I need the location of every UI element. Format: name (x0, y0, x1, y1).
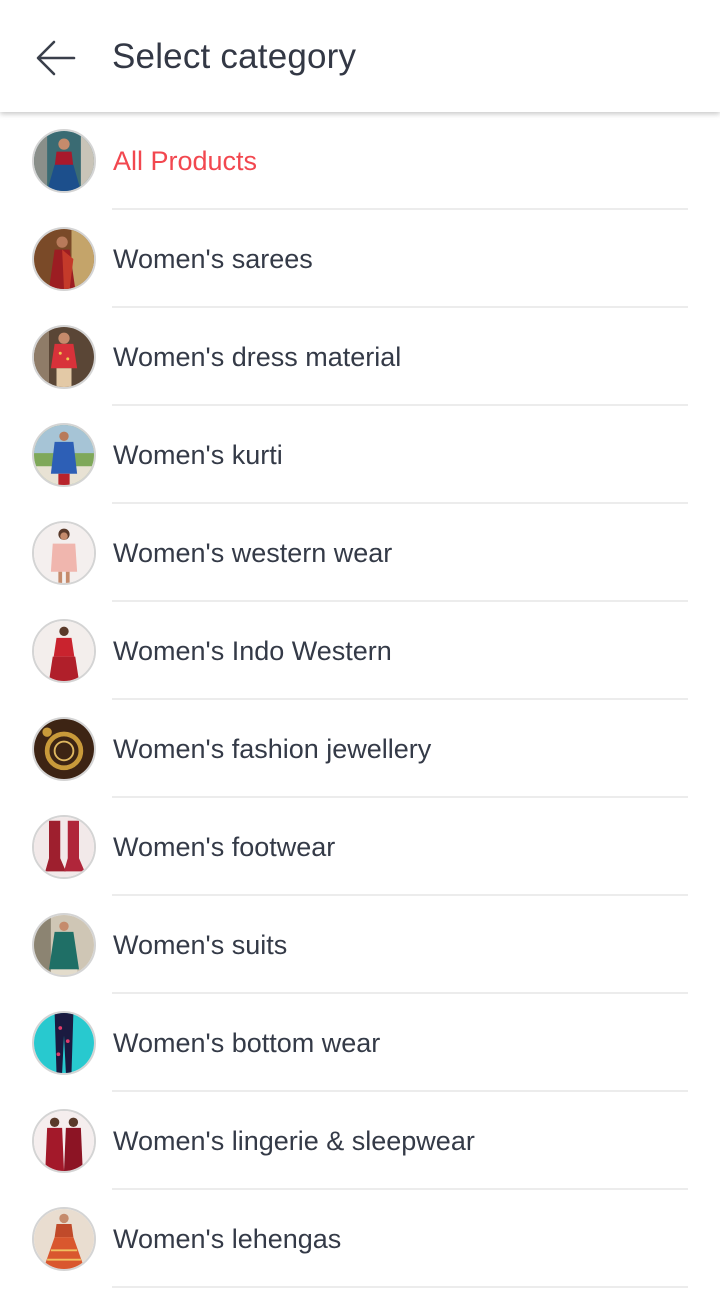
category-label: Women's Indo Western (113, 636, 392, 666)
arrow-left-icon (36, 40, 76, 76)
kurti-thumbnail (32, 423, 96, 487)
category-label: Women's lehengas (113, 1224, 342, 1254)
category-label: Women's footwear (113, 832, 336, 862)
category-row-indo-western[interactable]: Women's Indo Western (0, 602, 720, 700)
jewellery-thumbnail (32, 717, 96, 781)
lehengas-thumbnail (32, 1207, 96, 1271)
category-row-footwear[interactable]: Women's footwear (0, 798, 720, 896)
category-label: All Products (113, 146, 258, 176)
dress-material-thumbnail (32, 325, 96, 389)
category-label: Women's kurti (113, 440, 283, 470)
indo-western-thumbnail (32, 619, 96, 683)
category-label: Women's bottom wear (113, 1028, 381, 1058)
page-title: Select category (112, 37, 357, 76)
category-row-lingerie[interactable]: Women's lingerie & sleepwear (0, 1092, 720, 1190)
app-bar: Select category (0, 0, 720, 112)
category-row-lehengas[interactable]: Women's lehengas (0, 1190, 720, 1288)
category-label: Women's fashion jewellery (113, 734, 432, 764)
category-label: Women's suits (113, 930, 288, 960)
category-label: Women's dress material (113, 342, 402, 372)
category-row-all-products[interactable]: All Products (0, 112, 720, 210)
category-row-bottom-wear[interactable]: Women's bottom wear (0, 994, 720, 1092)
category-row-sarees[interactable]: Women's sarees (0, 210, 720, 308)
category-row-dress-material[interactable]: Women's dress material (0, 308, 720, 406)
category-list: All Products Women's sarees Women's dres… (0, 112, 720, 1288)
western-wear-thumbnail (32, 521, 96, 585)
divider (112, 1286, 688, 1288)
category-row-western-wear[interactable]: Women's western wear (0, 504, 720, 602)
category-label: Women's lingerie & sleepwear (113, 1126, 475, 1156)
back-button[interactable] (28, 30, 84, 86)
category-row-kurti[interactable]: Women's kurti (0, 406, 720, 504)
category-label: Women's western wear (113, 538, 393, 568)
suits-thumbnail (32, 913, 96, 977)
all-products-thumbnail (32, 129, 96, 193)
sarees-thumbnail (32, 227, 96, 291)
lingerie-thumbnail (32, 1109, 96, 1173)
bottom-wear-thumbnail (32, 1011, 96, 1075)
category-row-suits[interactable]: Women's suits (0, 896, 720, 994)
footwear-thumbnail (32, 815, 96, 879)
category-row-jewellery[interactable]: Women's fashion jewellery (0, 700, 720, 798)
category-label: Women's sarees (113, 244, 313, 274)
